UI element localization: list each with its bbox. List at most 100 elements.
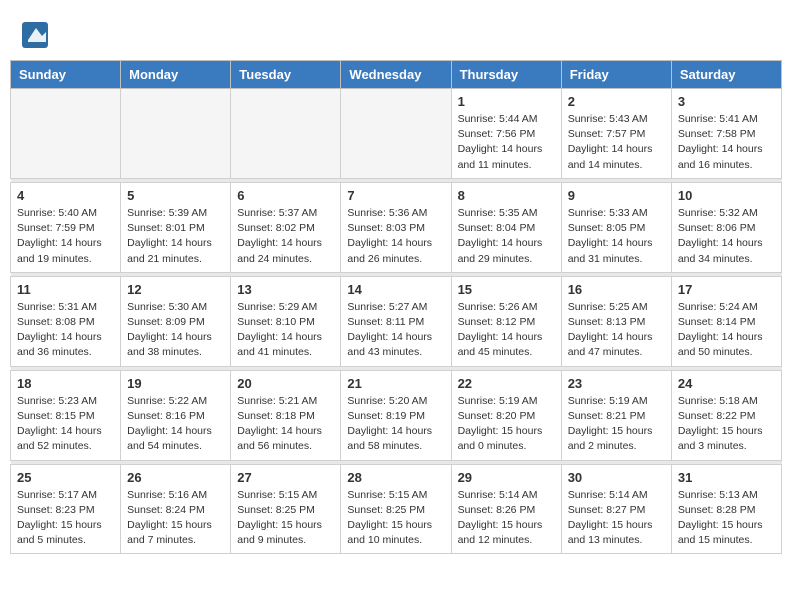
day-info: Sunrise: 5:19 AMSunset: 8:21 PMDaylight:… <box>568 394 665 455</box>
calendar-day-cell <box>231 89 341 179</box>
day-number: 19 <box>127 376 224 391</box>
calendar-week-row: 18 Sunrise: 5:23 AMSunset: 8:15 PMDayligh… <box>11 370 782 460</box>
calendar-day-cell: 21 Sunrise: 5:20 AMSunset: 8:19 PMDayligh… <box>341 370 451 460</box>
day-info: Sunrise: 5:22 AMSunset: 8:16 PMDaylight:… <box>127 394 224 455</box>
calendar-week-row: 11 Sunrise: 5:31 AMSunset: 8:08 PMDayligh… <box>11 276 782 366</box>
calendar-day-cell: 8 Sunrise: 5:35 AMSunset: 8:04 PMDaylight… <box>451 182 561 272</box>
day-number: 2 <box>568 94 665 109</box>
day-info: Sunrise: 5:24 AMSunset: 8:14 PMDaylight:… <box>678 300 775 361</box>
calendar-day-cell: 23 Sunrise: 5:19 AMSunset: 8:21 PMDayligh… <box>561 370 671 460</box>
logo <box>20 20 54 50</box>
calendar-day-cell <box>121 89 231 179</box>
day-number: 1 <box>458 94 555 109</box>
day-number: 25 <box>17 470 114 485</box>
day-info: Sunrise: 5:23 AMSunset: 8:15 PMDaylight:… <box>17 394 114 455</box>
day-number: 10 <box>678 188 775 203</box>
calendar-header-row: SundayMondayTuesdayWednesdayThursdayFrid… <box>11 61 782 89</box>
day-info: Sunrise: 5:32 AMSunset: 8:06 PMDaylight:… <box>678 206 775 267</box>
calendar-week-row: 4 Sunrise: 5:40 AMSunset: 7:59 PMDaylight… <box>11 182 782 272</box>
day-info: Sunrise: 5:33 AMSunset: 8:05 PMDaylight:… <box>568 206 665 267</box>
calendar-day-cell <box>341 89 451 179</box>
day-number: 28 <box>347 470 444 485</box>
day-info: Sunrise: 5:35 AMSunset: 8:04 PMDaylight:… <box>458 206 555 267</box>
day-number: 5 <box>127 188 224 203</box>
calendar-day-cell: 14Sunrise: 5:27 AMSunset: 8:11 PMDayligh… <box>341 276 451 366</box>
calendar-day-cell: 2 Sunrise: 5:43 AMSunset: 7:57 PMDaylight… <box>561 89 671 179</box>
calendar-day-cell: 29 Sunrise: 5:14 AMSunset: 8:26 PMDayligh… <box>451 464 561 554</box>
day-number: 23 <box>568 376 665 391</box>
calendar-day-header: Tuesday <box>231 61 341 89</box>
day-info: Sunrise: 5:18 AMSunset: 8:22 PMDaylight:… <box>678 394 775 455</box>
page-header <box>10 10 782 55</box>
day-info: Sunrise: 5:16 AMSunset: 8:24 PMDaylight:… <box>127 488 224 549</box>
day-info: Sunrise: 5:40 AMSunset: 7:59 PMDaylight:… <box>17 206 114 267</box>
day-info: Sunrise: 5:14 AMSunset: 8:26 PMDaylight:… <box>458 488 555 549</box>
day-number: 15 <box>458 282 555 297</box>
day-number: 26 <box>127 470 224 485</box>
calendar-day-header: Friday <box>561 61 671 89</box>
day-number: 8 <box>458 188 555 203</box>
day-number: 4 <box>17 188 114 203</box>
calendar-day-cell: 31 Sunrise: 5:13 AMSunset: 8:28 PMDayligh… <box>671 464 781 554</box>
day-number: 30 <box>568 470 665 485</box>
day-number: 21 <box>347 376 444 391</box>
calendar-day-cell: 4 Sunrise: 5:40 AMSunset: 7:59 PMDaylight… <box>11 182 121 272</box>
calendar-day-header: Monday <box>121 61 231 89</box>
day-number: 29 <box>458 470 555 485</box>
calendar-day-cell: 12Sunrise: 5:30 AMSunset: 8:09 PMDayligh… <box>121 276 231 366</box>
calendar-day-header: Wednesday <box>341 61 451 89</box>
calendar-week-row: 25 Sunrise: 5:17 AMSunset: 8:23 PMDayligh… <box>11 464 782 554</box>
day-info: Sunrise: 5:14 AMSunset: 8:27 PMDaylight:… <box>568 488 665 549</box>
day-number: 18 <box>17 376 114 391</box>
calendar-day-cell: 11 Sunrise: 5:31 AMSunset: 8:08 PMDayligh… <box>11 276 121 366</box>
calendar-day-header: Saturday <box>671 61 781 89</box>
day-number: 11 <box>17 282 114 297</box>
calendar-day-cell: 24 Sunrise: 5:18 AMSunset: 8:22 PMDayligh… <box>671 370 781 460</box>
calendar-day-cell: 5Sunrise: 5:39 AMSunset: 8:01 PMDaylight… <box>121 182 231 272</box>
day-number: 20 <box>237 376 334 391</box>
calendar-day-cell: 28 Sunrise: 5:15 AMSunset: 8:25 PMDayligh… <box>341 464 451 554</box>
day-number: 12 <box>127 282 224 297</box>
day-number: 24 <box>678 376 775 391</box>
day-number: 14 <box>347 282 444 297</box>
calendar-day-cell: 19 Sunrise: 5:22 AMSunset: 8:16 PMDayligh… <box>121 370 231 460</box>
calendar-table: SundayMondayTuesdayWednesdayThursdayFrid… <box>10 60 782 554</box>
calendar-day-cell: 18 Sunrise: 5:23 AMSunset: 8:15 PMDayligh… <box>11 370 121 460</box>
calendar-day-cell: 15 Sunrise: 5:26 AMSunset: 8:12 PMDayligh… <box>451 276 561 366</box>
calendar-day-header: Thursday <box>451 61 561 89</box>
day-info: Sunrise: 5:41 AMSunset: 7:58 PMDaylight:… <box>678 112 775 173</box>
calendar-day-cell: 17 Sunrise: 5:24 AMSunset: 8:14 PMDayligh… <box>671 276 781 366</box>
day-number: 17 <box>678 282 775 297</box>
calendar-day-cell: 7Sunrise: 5:36 AMSunset: 8:03 PMDaylight… <box>341 182 451 272</box>
day-info: Sunrise: 5:17 AMSunset: 8:23 PMDaylight:… <box>17 488 114 549</box>
logo-icon <box>20 20 50 50</box>
calendar-day-cell: 30 Sunrise: 5:14 AMSunset: 8:27 PMDayligh… <box>561 464 671 554</box>
day-number: 22 <box>458 376 555 391</box>
day-number: 13 <box>237 282 334 297</box>
calendar-day-cell: 6Sunrise: 5:37 AMSunset: 8:02 PMDaylight… <box>231 182 341 272</box>
day-info: Sunrise: 5:43 AMSunset: 7:57 PMDaylight:… <box>568 112 665 173</box>
day-info: Sunrise: 5:36 AMSunset: 8:03 PMDaylight:… <box>347 206 444 267</box>
day-info: Sunrise: 5:20 AMSunset: 8:19 PMDaylight:… <box>347 394 444 455</box>
day-info: Sunrise: 5:21 AMSunset: 8:18 PMDaylight:… <box>237 394 334 455</box>
calendar-day-cell: 27Sunrise: 5:15 AMSunset: 8:25 PMDayligh… <box>231 464 341 554</box>
day-info: Sunrise: 5:25 AMSunset: 8:13 PMDaylight:… <box>568 300 665 361</box>
calendar-day-cell: 13 Sunrise: 5:29 AMSunset: 8:10 PMDayligh… <box>231 276 341 366</box>
day-info: Sunrise: 5:31 AMSunset: 8:08 PMDaylight:… <box>17 300 114 361</box>
calendar-day-cell: 16Sunrise: 5:25 AMSunset: 8:13 PMDayligh… <box>561 276 671 366</box>
calendar-day-cell <box>11 89 121 179</box>
day-number: 9 <box>568 188 665 203</box>
day-number: 3 <box>678 94 775 109</box>
calendar-day-cell: 10 Sunrise: 5:32 AMSunset: 8:06 PMDayligh… <box>671 182 781 272</box>
day-info: Sunrise: 5:29 AMSunset: 8:10 PMDaylight:… <box>237 300 334 361</box>
day-info: Sunrise: 5:26 AMSunset: 8:12 PMDaylight:… <box>458 300 555 361</box>
calendar-day-cell: 26 Sunrise: 5:16 AMSunset: 8:24 PMDayligh… <box>121 464 231 554</box>
calendar-day-cell: 20 Sunrise: 5:21 AMSunset: 8:18 PMDayligh… <box>231 370 341 460</box>
day-info: Sunrise: 5:13 AMSunset: 8:28 PMDaylight:… <box>678 488 775 549</box>
day-info: Sunrise: 5:15 AMSunset: 8:25 PMDaylight:… <box>347 488 444 549</box>
day-number: 31 <box>678 470 775 485</box>
day-info: Sunrise: 5:44 AMSunset: 7:56 PMDaylight:… <box>458 112 555 173</box>
calendar-day-cell: 1 Sunrise: 5:44 AMSunset: 7:56 PMDaylight… <box>451 89 561 179</box>
day-info: Sunrise: 5:37 AMSunset: 8:02 PMDaylight:… <box>237 206 334 267</box>
calendar-day-header: Sunday <box>11 61 121 89</box>
